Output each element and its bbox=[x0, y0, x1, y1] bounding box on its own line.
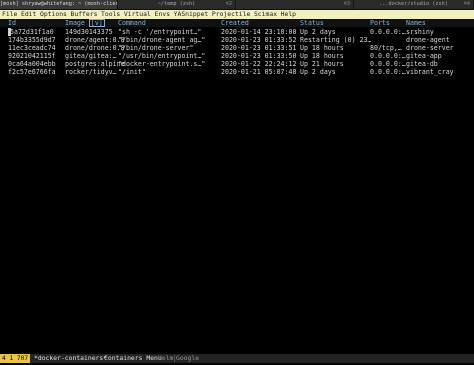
cell-status: Up 2 days bbox=[300, 68, 336, 76]
cell-command: "/init" bbox=[118, 68, 146, 76]
tab-docker-studio[interactable]: ...docker/studio (zsh) ⌘4 bbox=[354, 0, 474, 9]
cell-image: gitea/gitea:… bbox=[65, 52, 117, 60]
cell-command: "sh -c '/entrypoint…" bbox=[118, 28, 202, 36]
cell-ports: 80/tcp,… bbox=[370, 44, 402, 52]
table-row[interactable]: 5a72d31f1a0 149d30143375 "sh -c '/entryp… bbox=[0, 28, 474, 36]
cell-status: Restarting (0) 23… bbox=[300, 36, 372, 44]
cell-ports: 0.0.0.0:… bbox=[370, 60, 406, 68]
menu-projectile[interactable]: Projectile bbox=[212, 10, 250, 18]
cell-id: f2c57e6766fa bbox=[8, 68, 56, 76]
cell-id: 0ca64a004ebb bbox=[8, 60, 56, 68]
cell-created: 2020-01-23 01:33:52 bbox=[221, 36, 297, 44]
cell-id: 174b3355d9d7 bbox=[8, 36, 56, 44]
menu-edit[interactable]: Edit bbox=[21, 10, 36, 18]
column-header-image[interactable]: Image [v] bbox=[65, 19, 105, 27]
menu-virtual-envs[interactable]: Virtual Envs bbox=[124, 10, 170, 18]
cell-id-value: 5a72d31f1a0 bbox=[10, 28, 54, 36]
table-row[interactable]: 11ec3ceadc74 drone/drone:0.8 "/bin/drone… bbox=[0, 44, 474, 52]
tab-temp-zsh[interactable]: ~/temp (zsh) ⌘2 bbox=[118, 0, 236, 9]
column-header-ports[interactable]: Ports bbox=[370, 19, 390, 27]
cell-names: gitea-app bbox=[406, 52, 442, 60]
column-header-command[interactable]: Command bbox=[118, 19, 146, 27]
cell-created: 2020-01-22 22:24:12 bbox=[221, 60, 297, 68]
cell-command: "docker-entrypoint.s…" bbox=[118, 60, 206, 68]
tab-shortcut: ⌘2 bbox=[225, 1, 232, 7]
sort-indicator: [v] bbox=[88, 19, 105, 27]
tab-title: ...docker/studio (zsh) bbox=[379, 1, 448, 7]
cell-status: Up 2 days bbox=[300, 28, 336, 36]
table-header: Id Image [v] Command Created Status Port… bbox=[0, 19, 474, 27]
cell-image: drone/agent:0.8 bbox=[65, 36, 125, 44]
menu-buffers[interactable]: Buffers bbox=[71, 10, 98, 18]
emacs-menubar: File Edit Options Buffers Tools Virtual Envs Y… bbox=[0, 10, 474, 19]
column-header-id[interactable]: Id bbox=[8, 19, 16, 27]
tab-shortcut: ⌘3 bbox=[343, 1, 350, 7]
column-header-names[interactable]: Names bbox=[406, 19, 426, 27]
cell-ports: 0.0.0.0:… bbox=[370, 68, 406, 76]
cell-image: postgres:alpine bbox=[65, 60, 125, 68]
tab-title: [mosh] shryaw@whitefang: ~ (mosh-client) bbox=[0, 1, 118, 7]
major-mode[interactable]: Containers Menu bbox=[104, 354, 162, 363]
cell-created: 2020-01-14 23:10:00 bbox=[221, 28, 297, 36]
table-row[interactable]: 174b3355d9d7 drone/agent:0.8 "/bin/drone… bbox=[0, 36, 474, 44]
cell-names: srshiny bbox=[406, 28, 434, 36]
modeline-divider bbox=[174, 355, 175, 362]
column-header-image-label: Image bbox=[65, 19, 85, 27]
cell-id: 11ec3ceadc74 bbox=[8, 44, 56, 52]
cell-created: 2020-01-21 05:07:48 bbox=[221, 68, 297, 76]
menu-options[interactable]: Options bbox=[40, 10, 67, 18]
cursor-position: 4 1 707 bbox=[0, 354, 31, 363]
column-header-created[interactable]: Created bbox=[221, 19, 249, 27]
table-row[interactable]: f2c57e6766fa rocker/tidyv… "/init" 2020-… bbox=[0, 68, 474, 76]
cell-image: rocker/tidyv… bbox=[65, 68, 117, 76]
cell-names: drone-server bbox=[406, 44, 454, 52]
tab-title: ~/temp (zsh) bbox=[157, 1, 196, 7]
cell-id: 92021042115f bbox=[8, 52, 56, 60]
cell-command: "/bin/drone-agent ag…" bbox=[118, 36, 206, 44]
menu-yasnippet[interactable]: YASnippet bbox=[174, 10, 209, 18]
menu-help[interactable]: Help bbox=[281, 10, 296, 18]
minor-mode-google[interactable]: Google bbox=[176, 354, 199, 363]
cell-ports: 0.0.0.0:… bbox=[370, 28, 406, 36]
cell-status: Up 18 hours bbox=[300, 44, 344, 52]
cell-command: "/usr/bin/entrypoint…" bbox=[118, 52, 206, 60]
cell-image: drone/drone:0.8 bbox=[65, 44, 125, 52]
tab-mosh-client[interactable]: [mosh] shryaw@whitefang: ~ (mosh-client) bbox=[0, 0, 118, 9]
cell-names: drone-agent bbox=[406, 36, 450, 44]
buffer-name[interactable]: *docker-containers* bbox=[34, 354, 107, 363]
menu-scimax[interactable]: Scimax bbox=[254, 10, 277, 18]
column-header-status[interactable]: Status bbox=[300, 19, 324, 27]
cell-created: 2020-01-23 01:33:50 bbox=[221, 52, 297, 60]
cell-image: 149d30143375 bbox=[65, 28, 113, 36]
table-row[interactable]: 0ca64a004ebb postgres:alpine "docker-ent… bbox=[0, 60, 474, 68]
cell-status: Up 21 hours bbox=[300, 60, 344, 68]
menu-file[interactable]: File bbox=[2, 10, 17, 18]
minor-mode-helm[interactable]: Helm bbox=[158, 354, 173, 363]
menu-tools[interactable]: Tools bbox=[101, 10, 120, 18]
cell-names: gitea-db bbox=[406, 60, 438, 68]
cell-command: "/bin/drone-server" bbox=[118, 44, 194, 52]
terminal-tab-bar: [mosh] shryaw@whitefang: ~ (mosh-client)… bbox=[0, 0, 474, 10]
cell-created: 2020-01-23 01:33:51 bbox=[221, 44, 297, 52]
tab-3[interactable]: ⌘3 bbox=[236, 0, 354, 9]
table-row[interactable]: 92021042115f gitea/gitea:… "/usr/bin/ent… bbox=[0, 52, 474, 60]
tab-shortcut: ⌘4 bbox=[463, 1, 470, 7]
cell-ports: 0.0.0.0:… bbox=[370, 52, 406, 60]
cell-status: Up 18 hours bbox=[300, 52, 344, 60]
cell-names: vibrant_cray bbox=[406, 68, 454, 76]
emacs-modeline: 4 1 707 *docker-containers* Containers M… bbox=[0, 354, 474, 363]
